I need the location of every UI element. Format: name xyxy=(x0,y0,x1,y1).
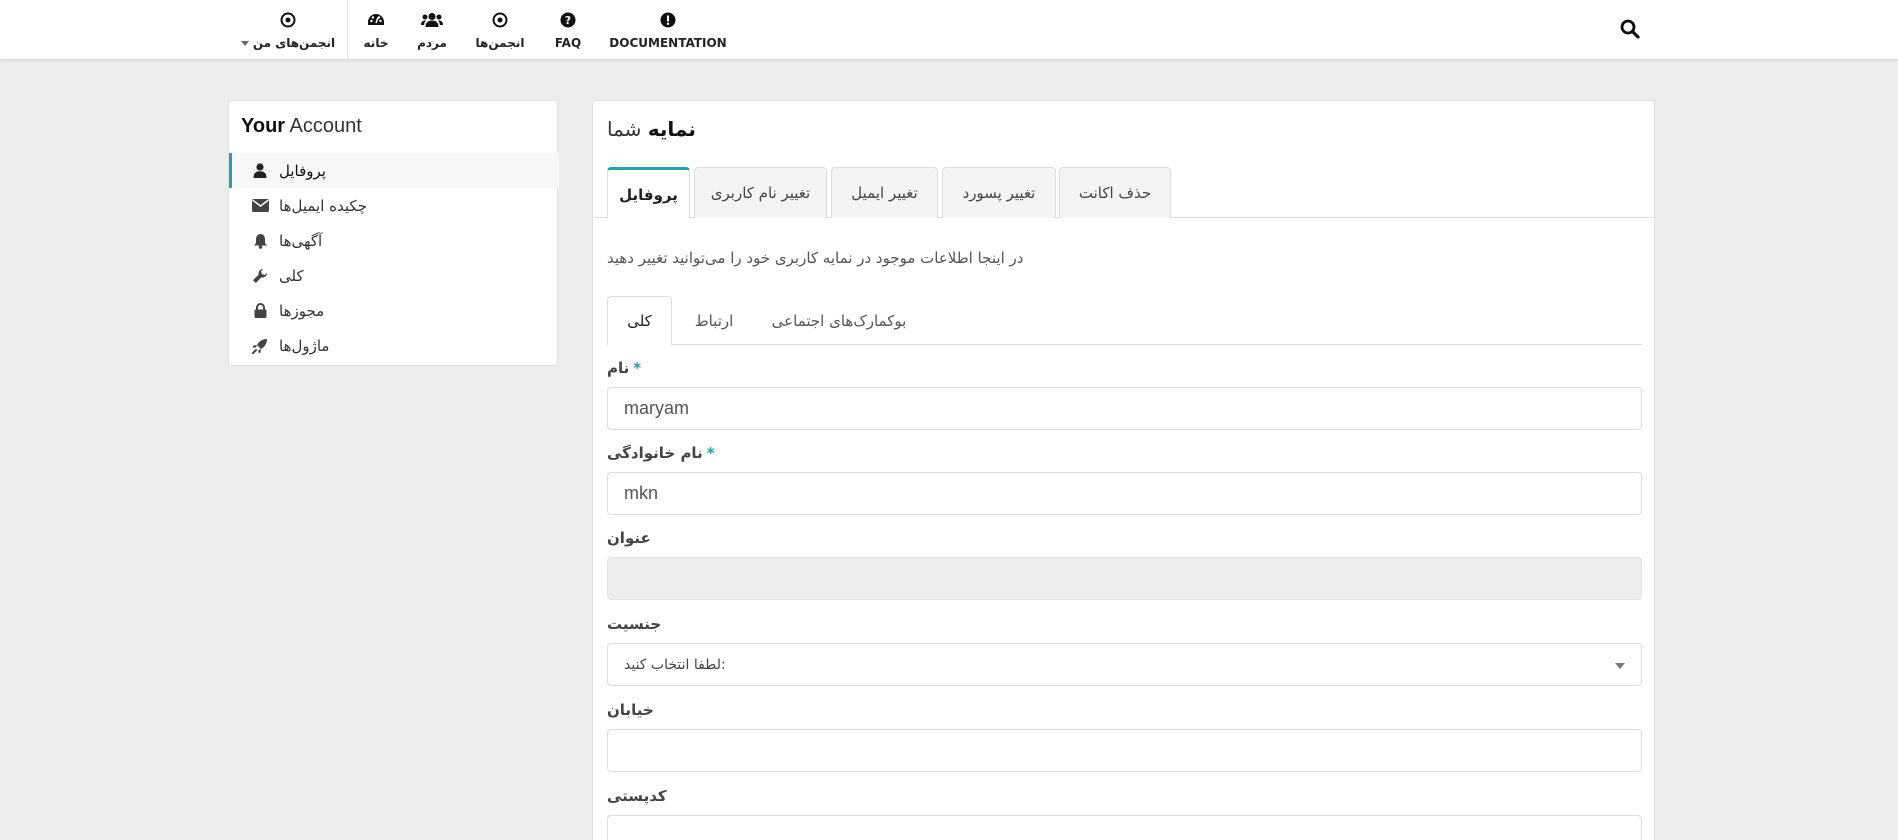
account-menu-label: کلی xyxy=(279,266,304,285)
nav-my-spaces[interactable]: انجمن‌های من xyxy=(240,0,336,60)
dot-circle-icon xyxy=(280,10,296,30)
nav-documentation-label: DOCUMENTATION xyxy=(609,36,727,50)
wrench-icon xyxy=(249,268,271,284)
account-menu-label: چکیده ایمیل‌ها xyxy=(279,196,367,215)
chevron-down-icon xyxy=(1615,663,1625,669)
nav-home[interactable]: خانه xyxy=(356,0,396,60)
nav-documentation[interactable]: DOCUMENTATION xyxy=(608,0,728,60)
svg-text:?: ? xyxy=(565,14,571,27)
firstname-input[interactable] xyxy=(607,387,1642,430)
search-icon xyxy=(1619,19,1641,44)
chevron-down-icon xyxy=(240,41,249,46)
account-title: Your Account xyxy=(241,115,362,137)
account-menu-item-general[interactable]: کلی xyxy=(229,258,559,293)
firstname-label: نام * xyxy=(607,359,642,377)
zip-input[interactable] xyxy=(607,815,1642,840)
search-button[interactable] xyxy=(1619,18,1641,40)
nav-my-spaces-label: انجمن‌های من xyxy=(252,36,336,50)
users-icon xyxy=(421,10,443,30)
street-input[interactable] xyxy=(607,729,1642,772)
profile-tabs: پروفایل تغییر نام کاربری تغییر ایمیل تغی… xyxy=(593,167,1656,219)
nav-people[interactable]: مردم xyxy=(412,0,452,60)
required-mark: * xyxy=(633,359,642,377)
account-menu-label: پروفایل xyxy=(279,161,326,180)
nav-faq[interactable]: ? FAQ xyxy=(548,0,588,60)
profile-info-text: در اینجا اطلاعات موجود در نمایه کاربری خ… xyxy=(607,249,1024,267)
account-menu-item-permissions[interactable]: مجوزها xyxy=(229,293,559,328)
account-menu-item-modules[interactable]: ماژول‌ها xyxy=(229,328,559,363)
nav-spaces[interactable]: انجمن‌ها xyxy=(472,0,528,60)
question-circle-icon: ? xyxy=(560,10,576,30)
lastname-label: نام خانوادگی * xyxy=(607,444,715,462)
subtab-social-bookmarks[interactable]: بوکمارک‌های اجتماعی xyxy=(759,296,919,345)
nav-faq-label: FAQ xyxy=(554,36,582,50)
user-icon xyxy=(249,163,271,178)
subtab-communication[interactable]: ارتباط xyxy=(679,296,749,345)
nav-home-label: خانه xyxy=(363,36,389,50)
tab-change-email[interactable]: تغییر ایمیل xyxy=(831,167,938,218)
street-label: خیابان xyxy=(607,701,654,719)
nav-people-label: مردم xyxy=(417,36,447,50)
exclamation-circle-icon xyxy=(660,10,676,30)
bell-icon xyxy=(249,233,271,249)
account-menu-label: مجوزها xyxy=(279,301,325,320)
profile-subtabs: کلی ارتباط بوکمارک‌های اجتماعی xyxy=(607,296,1642,346)
profile-panel: نمایه شما پروفایل تغییر نام کاربری تغییر… xyxy=(592,100,1656,840)
account-menu-label: آگهی‌ها xyxy=(279,231,323,250)
account-menu-item-email-summaries[interactable]: چکیده ایمیل‌ها xyxy=(229,188,559,223)
gender-select[interactable]: لطفا انتخاب کنید: xyxy=(607,643,1642,686)
envelope-icon xyxy=(249,199,271,212)
subtab-general[interactable]: کلی xyxy=(607,296,672,346)
panel-title: نمایه شما xyxy=(607,117,696,141)
account-menu-label: ماژول‌ها xyxy=(279,336,330,355)
title-input xyxy=(607,557,1642,600)
account-menu-item-notifications[interactable]: آگهی‌ها xyxy=(229,223,559,258)
account-menu-card: Your Account پروفایل چکیده ایمیل‌ها آگهی… xyxy=(228,100,559,366)
tab-profile[interactable]: پروفایل xyxy=(607,167,690,219)
rocket-icon xyxy=(249,338,271,354)
zip-label: کدپستی xyxy=(607,787,667,805)
top-navigation: انجمن‌های من خانه مردم انجمن‌ها ? FAQ DO… xyxy=(0,0,1898,60)
gender-selected-value: لطفا انتخاب کنید: xyxy=(624,656,726,673)
title-label: عنوان xyxy=(607,529,651,547)
required-mark: * xyxy=(706,444,715,462)
nav-spaces-label: انجمن‌ها xyxy=(475,36,525,50)
tab-change-password[interactable]: تغییر پسورد xyxy=(942,167,1056,218)
account-menu: پروفایل چکیده ایمیل‌ها آگهی‌ها کلی مجوزه… xyxy=(229,153,559,363)
dot-circle-icon xyxy=(492,10,508,30)
gender-label: جنسیت xyxy=(607,615,662,633)
dashboard-icon xyxy=(367,10,385,30)
tab-change-username[interactable]: تغییر نام کاربری xyxy=(694,167,827,218)
lock-icon xyxy=(249,303,271,318)
tab-delete-account[interactable]: حذف اکانت xyxy=(1059,167,1171,218)
lastname-input[interactable] xyxy=(607,472,1642,515)
nav-divider xyxy=(347,0,348,60)
account-menu-item-profile[interactable]: پروفایل xyxy=(229,153,559,188)
